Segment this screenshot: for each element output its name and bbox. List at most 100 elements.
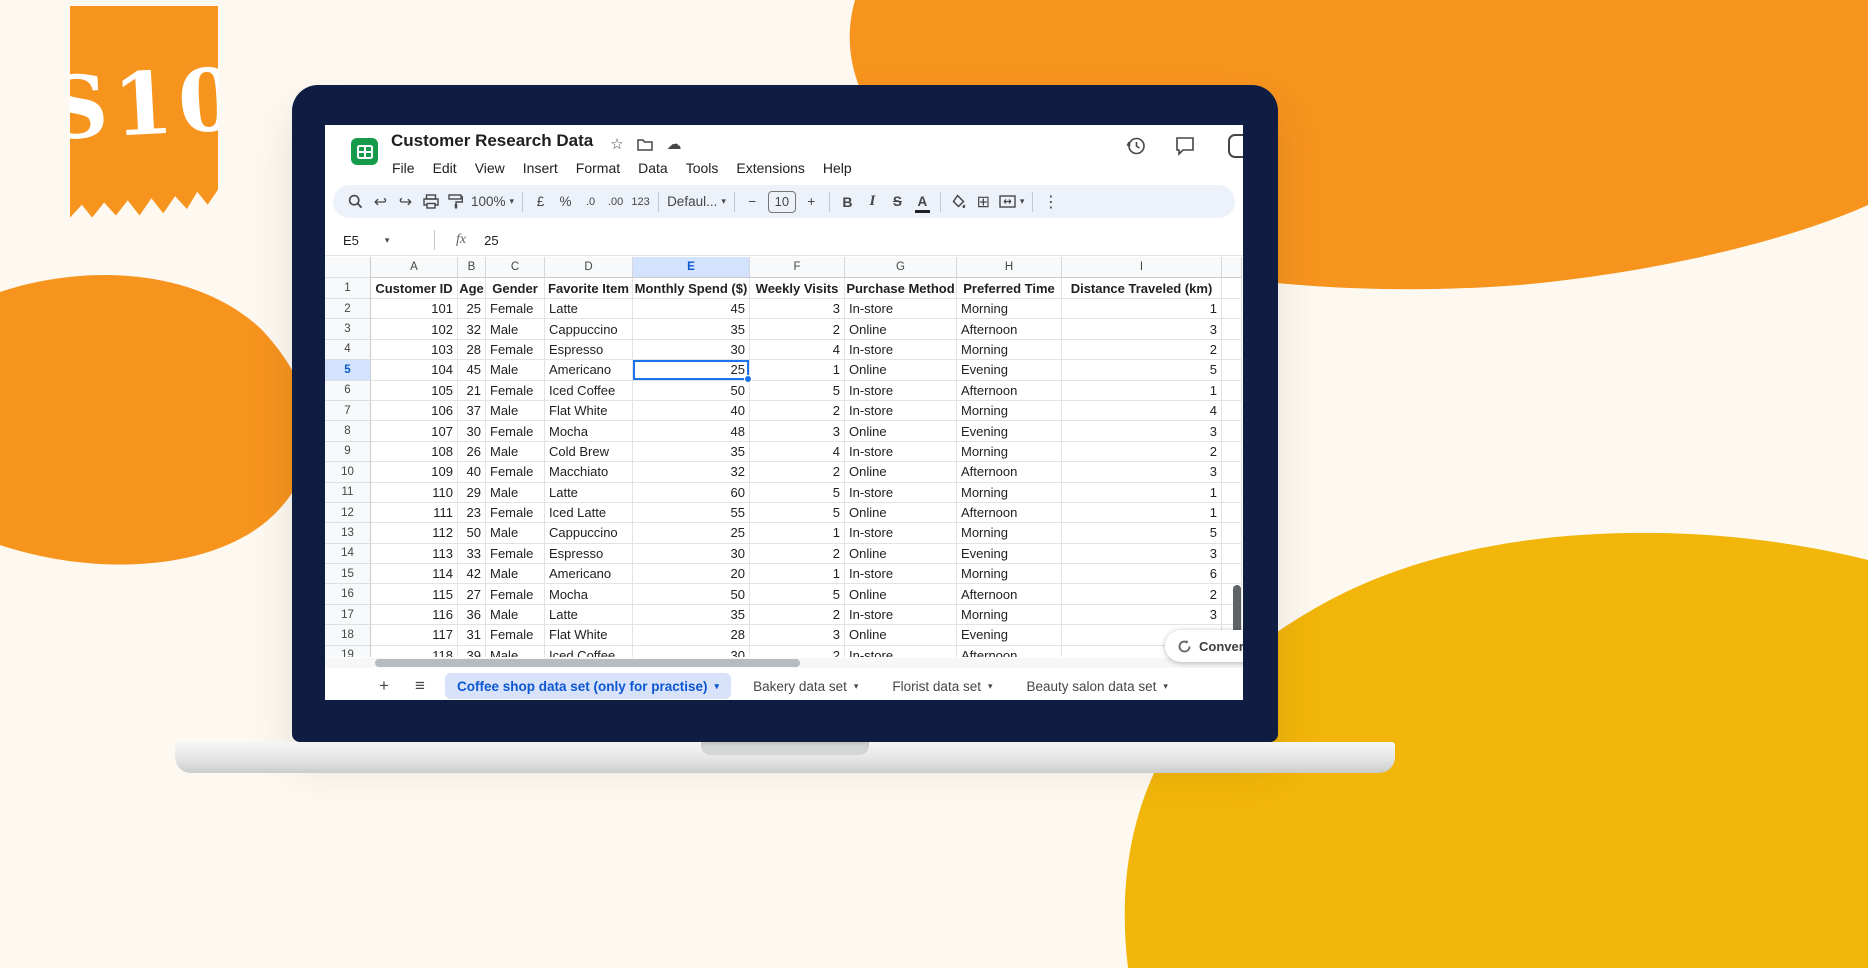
grid-cell[interactable]: Afternoon <box>957 584 1062 604</box>
grid-cell[interactable] <box>1222 462 1242 482</box>
sheet-tab-3[interactable]: Florist data set▾ <box>880 673 1004 699</box>
strikethrough-button[interactable]: S <box>885 189 910 215</box>
grid-cell[interactable]: Preferred Time <box>957 278 1062 299</box>
grid-cell[interactable]: Distance Traveled (km) <box>1062 278 1222 299</box>
grid-cell[interactable]: Evening <box>957 625 1062 645</box>
grid-cell[interactable]: 1 <box>750 564 845 584</box>
grid-cell[interactable]: 1 <box>1062 503 1222 523</box>
comments-icon[interactable] <box>1175 136 1197 158</box>
grid-cell[interactable]: 29 <box>458 483 486 503</box>
grid-cell[interactable]: 1 <box>1062 483 1222 503</box>
grid-cell[interactable] <box>1222 421 1242 441</box>
grid-cell[interactable]: Online <box>845 319 957 339</box>
grid-cell[interactable]: 30 <box>633 340 750 360</box>
row-header[interactable]: 11 <box>325 483 371 503</box>
grid-cell[interactable]: 45 <box>633 299 750 319</box>
grid-cell[interactable]: 108 <box>371 442 458 462</box>
grid-cell[interactable]: Favorite Item <box>545 278 633 299</box>
grid-cell[interactable] <box>1222 483 1242 503</box>
grid-cell[interactable]: Iced Latte <box>545 503 633 523</box>
grid-cell[interactable]: 101 <box>371 299 458 319</box>
grid-cell[interactable]: 6 <box>1062 564 1222 584</box>
column-header-I[interactable]: I <box>1062 257 1222 278</box>
grid-cell[interactable]: Mocha <box>545 584 633 604</box>
grid-cell[interactable]: Afternoon <box>957 319 1062 339</box>
menu-tools[interactable]: Tools <box>677 160 728 176</box>
grid-cell[interactable]: Iced Coffee <box>545 646 633 657</box>
grid-cell[interactable]: Gender <box>486 278 545 299</box>
grid-cell[interactable]: In-store <box>845 523 957 543</box>
row-header[interactable]: 1 <box>325 278 371 299</box>
row-header[interactable]: 19 <box>325 646 371 657</box>
row-header[interactable]: 2 <box>325 299 371 319</box>
grid-cell[interactable]: Male <box>486 319 545 339</box>
grid-cell[interactable]: 1 <box>1062 299 1222 319</box>
grid-cell[interactable]: 3 <box>1062 605 1222 625</box>
bold-button[interactable]: B <box>835 189 860 215</box>
increase-font-size-button[interactable]: + <box>799 189 824 215</box>
grid-cell[interactable]: 5 <box>1062 360 1222 380</box>
grid-cell[interactable]: 50 <box>458 523 486 543</box>
grid-cell[interactable]: 116 <box>371 605 458 625</box>
grid-cell[interactable] <box>1222 503 1242 523</box>
add-sheet-button[interactable]: + <box>373 676 395 696</box>
grid-cell[interactable]: 102 <box>371 319 458 339</box>
grid-cell[interactable]: In-store <box>845 483 957 503</box>
grid-cell[interactable]: 1 <box>750 360 845 380</box>
grid-cell[interactable]: Afternoon <box>957 503 1062 523</box>
row-header[interactable]: 13 <box>325 523 371 543</box>
grid-cell[interactable]: 5 <box>750 503 845 523</box>
grid-cell[interactable]: Iced Coffee <box>545 381 633 401</box>
grid-cell[interactable]: 2 <box>750 605 845 625</box>
grid-cell[interactable]: 2 <box>750 319 845 339</box>
grid-cell[interactable]: 60 <box>633 483 750 503</box>
grid-cell[interactable]: Male <box>486 401 545 421</box>
grid-cell[interactable]: Male <box>486 564 545 584</box>
grid-cell[interactable]: Afternoon <box>957 462 1062 482</box>
grid-cell[interactable]: 55 <box>633 503 750 523</box>
share-icon-partial[interactable] <box>1228 134 1243 158</box>
grid-cell[interactable]: 40 <box>458 462 486 482</box>
grid-cell[interactable]: 3 <box>1062 544 1222 564</box>
grid-cell[interactable]: In-store <box>845 564 957 584</box>
grid-cell[interactable] <box>1222 442 1242 462</box>
grid-cell[interactable]: Americano <box>545 360 633 380</box>
select-all-corner[interactable] <box>325 257 371 278</box>
grid-cell[interactable]: Espresso <box>545 544 633 564</box>
grid-cell[interactable]: Evening <box>957 421 1062 441</box>
grid-cell[interactable]: 107 <box>371 421 458 441</box>
column-header-B[interactable]: B <box>458 257 486 278</box>
grid-cell[interactable]: 23 <box>458 503 486 523</box>
grid-cell[interactable]: Online <box>845 625 957 645</box>
menu-format[interactable]: Format <box>567 160 629 176</box>
grid-cell[interactable]: 21 <box>458 381 486 401</box>
grid-cell[interactable]: 4 <box>1062 401 1222 421</box>
grid-cell[interactable]: 3 <box>750 421 845 441</box>
grid-cell[interactable]: 2 <box>1062 340 1222 360</box>
fill-color-icon[interactable] <box>946 189 971 215</box>
column-header-E[interactable]: E <box>633 257 750 278</box>
grid-cell[interactable]: Age <box>458 278 486 299</box>
grid-cell[interactable] <box>1222 523 1242 543</box>
grid-cell[interactable]: 111 <box>371 503 458 523</box>
column-header-extra[interactable] <box>1222 257 1242 278</box>
row-header[interactable]: 12 <box>325 503 371 523</box>
grid-cell[interactable]: 3 <box>750 625 845 645</box>
grid-cell[interactable]: Purchase Method <box>845 278 957 299</box>
grid-cell[interactable]: Monthly Spend ($) <box>633 278 750 299</box>
cloud-status-icon[interactable]: ☁ <box>664 134 684 154</box>
grid-cell[interactable]: Customer ID <box>371 278 458 299</box>
grid-cell[interactable] <box>1222 360 1242 380</box>
grid-cell[interactable]: 36 <box>458 605 486 625</box>
grid-cell[interactable] <box>1222 544 1242 564</box>
grid-cell[interactable]: Female <box>486 381 545 401</box>
text-color-button[interactable]: A <box>910 189 935 215</box>
grid-cell[interactable]: Female <box>486 421 545 441</box>
grid-cell[interactable]: 30 <box>633 544 750 564</box>
grid-cell[interactable]: 50 <box>633 584 750 604</box>
more-toolbar-icon[interactable]: ⋮ <box>1038 189 1063 215</box>
sheet-tab-4[interactable]: Beauty salon data set▾ <box>1015 673 1180 699</box>
convert-button[interactable]: Convert <box>1165 630 1243 662</box>
grid-cell[interactable]: 3 <box>750 299 845 319</box>
grid-cell[interactable]: In-store <box>845 340 957 360</box>
